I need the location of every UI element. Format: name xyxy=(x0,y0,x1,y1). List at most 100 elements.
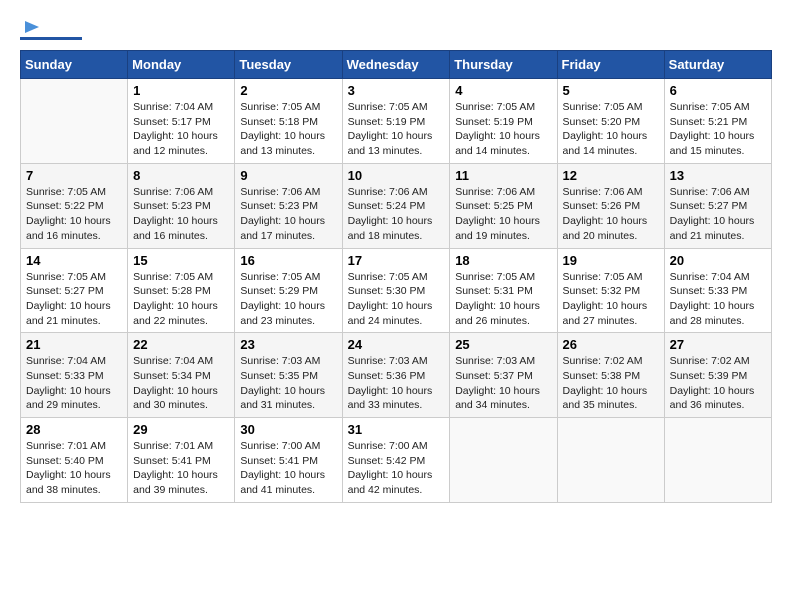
day-info: Sunrise: 7:04 AMSunset: 5:33 PMDaylight:… xyxy=(670,270,766,329)
day-number: 23 xyxy=(240,337,336,352)
logo-underline xyxy=(20,37,82,40)
day-info: Sunrise: 7:01 AMSunset: 5:40 PMDaylight:… xyxy=(26,439,122,498)
day-number: 2 xyxy=(240,83,336,98)
weekday-header-row: SundayMondayTuesdayWednesdayThursdayFrid… xyxy=(21,51,772,79)
calendar-cell: 2Sunrise: 7:05 AMSunset: 5:18 PMDaylight… xyxy=(235,79,342,164)
calendar-cell: 13Sunrise: 7:06 AMSunset: 5:27 PMDayligh… xyxy=(664,163,771,248)
day-number: 20 xyxy=(670,253,766,268)
calendar-cell: 30Sunrise: 7:00 AMSunset: 5:41 PMDayligh… xyxy=(235,418,342,503)
calendar-cell: 20 Sunrise: 7:04 AMSunset: 5:33 PMDayligh… xyxy=(664,248,771,333)
day-number: 3 xyxy=(348,83,445,98)
day-number: 9 xyxy=(240,168,336,183)
day-number: 25 xyxy=(455,337,551,352)
calendar-cell: 23 Sunrise: 7:03 AMSunset: 5:35 PMDayligh… xyxy=(235,333,342,418)
calendar-cell: 14 Sunrise: 7:05 AMSunset: 5:27 PMDayligh… xyxy=(21,248,128,333)
calendar-week-row: 1 Sunrise: 7:04 AMSunset: 5:17 PMDaylight… xyxy=(21,79,772,164)
day-info: Sunrise: 7:05 AMSunset: 5:30 PMDaylight:… xyxy=(348,270,445,329)
calendar-week-row: 21Sunrise: 7:04 AMSunset: 5:33 PMDayligh… xyxy=(21,333,772,418)
day-number: 26 xyxy=(563,337,659,352)
calendar-cell: 31 Sunrise: 7:00 AMSunset: 5:42 PMDayligh… xyxy=(342,418,450,503)
weekday-header-tuesday: Tuesday xyxy=(235,51,342,79)
day-info: Sunrise: 7:02 AMSunset: 5:39 PMDaylight:… xyxy=(670,354,766,413)
day-number: 27 xyxy=(670,337,766,352)
day-number: 1 xyxy=(133,83,229,98)
day-number: 11 xyxy=(455,168,551,183)
day-number: 31 xyxy=(348,422,445,437)
day-info: Sunrise: 7:05 AMSunset: 5:19 PMDaylight:… xyxy=(455,100,551,159)
calendar-cell: 15Sunrise: 7:05 AMSunset: 5:28 PMDayligh… xyxy=(128,248,235,333)
day-info: Sunrise: 7:05 AMSunset: 5:28 PMDaylight:… xyxy=(133,270,229,329)
weekday-header-sunday: Sunday xyxy=(21,51,128,79)
calendar-cell: 29 Sunrise: 7:01 AMSunset: 5:41 PMDayligh… xyxy=(128,418,235,503)
page-header xyxy=(20,20,772,40)
day-number: 12 xyxy=(563,168,659,183)
calendar-cell: 24 Sunrise: 7:03 AMSunset: 5:36 PMDayligh… xyxy=(342,333,450,418)
day-info: Sunrise: 7:06 AMSunset: 5:23 PMDaylight:… xyxy=(133,185,229,244)
day-info: Sunrise: 7:03 AMSunset: 5:36 PMDaylight:… xyxy=(348,354,445,413)
day-info: Sunrise: 7:00 AMSunset: 5:42 PMDaylight:… xyxy=(348,439,445,498)
calendar-week-row: 14 Sunrise: 7:05 AMSunset: 5:27 PMDayligh… xyxy=(21,248,772,333)
day-number: 8 xyxy=(133,168,229,183)
calendar-cell: 9 Sunrise: 7:06 AMSunset: 5:23 PMDaylight… xyxy=(235,163,342,248)
calendar-cell: 19Sunrise: 7:05 AMSunset: 5:32 PMDayligh… xyxy=(557,248,664,333)
weekday-header-monday: Monday xyxy=(128,51,235,79)
weekday-header-saturday: Saturday xyxy=(664,51,771,79)
day-number: 17 xyxy=(348,253,445,268)
day-number: 30 xyxy=(240,422,336,437)
day-info: Sunrise: 7:05 AMSunset: 5:27 PMDaylight:… xyxy=(26,270,122,329)
calendar-week-row: 28 Sunrise: 7:01 AMSunset: 5:40 PMDayligh… xyxy=(21,418,772,503)
calendar-cell: 17 Sunrise: 7:05 AMSunset: 5:30 PMDayligh… xyxy=(342,248,450,333)
day-number: 6 xyxy=(670,83,766,98)
calendar-cell: 7 Sunrise: 7:05 AMSunset: 5:22 PMDaylight… xyxy=(21,163,128,248)
day-info: Sunrise: 7:05 AMSunset: 5:22 PMDaylight:… xyxy=(26,185,122,244)
calendar-week-row: 7 Sunrise: 7:05 AMSunset: 5:22 PMDaylight… xyxy=(21,163,772,248)
day-info: Sunrise: 7:06 AMSunset: 5:27 PMDaylight:… xyxy=(670,185,766,244)
day-number: 24 xyxy=(348,337,445,352)
day-number: 29 xyxy=(133,422,229,437)
day-info: Sunrise: 7:06 AMSunset: 5:25 PMDaylight:… xyxy=(455,185,551,244)
day-info: Sunrise: 7:02 AMSunset: 5:38 PMDaylight:… xyxy=(563,354,659,413)
day-number: 14 xyxy=(26,253,122,268)
calendar-table: SundayMondayTuesdayWednesdayThursdayFrid… xyxy=(20,50,772,503)
day-info: Sunrise: 7:05 AMSunset: 5:20 PMDaylight:… xyxy=(563,100,659,159)
weekday-header-friday: Friday xyxy=(557,51,664,79)
calendar-cell: 3 Sunrise: 7:05 AMSunset: 5:19 PMDaylight… xyxy=(342,79,450,164)
weekday-header-thursday: Thursday xyxy=(450,51,557,79)
calendar-cell: 16Sunrise: 7:05 AMSunset: 5:29 PMDayligh… xyxy=(235,248,342,333)
day-number: 4 xyxy=(455,83,551,98)
day-number: 7 xyxy=(26,168,122,183)
day-info: Sunrise: 7:06 AMSunset: 5:26 PMDaylight:… xyxy=(563,185,659,244)
day-info: Sunrise: 7:01 AMSunset: 5:41 PMDaylight:… xyxy=(133,439,229,498)
logo-arrow-icon xyxy=(23,18,41,36)
day-info: Sunrise: 7:04 AMSunset: 5:34 PMDaylight:… xyxy=(133,354,229,413)
day-info: Sunrise: 7:06 AMSunset: 5:23 PMDaylight:… xyxy=(240,185,336,244)
day-number: 28 xyxy=(26,422,122,437)
day-number: 5 xyxy=(563,83,659,98)
calendar-cell: 18Sunrise: 7:05 AMSunset: 5:31 PMDayligh… xyxy=(450,248,557,333)
calendar-cell: 6 Sunrise: 7:05 AMSunset: 5:21 PMDaylight… xyxy=(664,79,771,164)
logo xyxy=(20,20,82,40)
day-number: 22 xyxy=(133,337,229,352)
weekday-header-wednesday: Wednesday xyxy=(342,51,450,79)
calendar-cell xyxy=(557,418,664,503)
calendar-cell: 25Sunrise: 7:03 AMSunset: 5:37 PMDayligh… xyxy=(450,333,557,418)
calendar-cell: 10Sunrise: 7:06 AMSunset: 5:24 PMDayligh… xyxy=(342,163,450,248)
day-info: Sunrise: 7:05 AMSunset: 5:19 PMDaylight:… xyxy=(348,100,445,159)
day-info: Sunrise: 7:05 AMSunset: 5:21 PMDaylight:… xyxy=(670,100,766,159)
logo-text-block xyxy=(20,20,82,40)
calendar-cell: 4 Sunrise: 7:05 AMSunset: 5:19 PMDaylight… xyxy=(450,79,557,164)
day-number: 21 xyxy=(26,337,122,352)
day-number: 19 xyxy=(563,253,659,268)
day-info: Sunrise: 7:06 AMSunset: 5:24 PMDaylight:… xyxy=(348,185,445,244)
calendar-cell: 8 Sunrise: 7:06 AMSunset: 5:23 PMDaylight… xyxy=(128,163,235,248)
day-info: Sunrise: 7:05 AMSunset: 5:29 PMDaylight:… xyxy=(240,270,336,329)
calendar-cell: 26 Sunrise: 7:02 AMSunset: 5:38 PMDayligh… xyxy=(557,333,664,418)
calendar-cell: 22 Sunrise: 7:04 AMSunset: 5:34 PMDayligh… xyxy=(128,333,235,418)
calendar-cell xyxy=(21,79,128,164)
calendar-cell xyxy=(450,418,557,503)
day-info: Sunrise: 7:03 AMSunset: 5:35 PMDaylight:… xyxy=(240,354,336,413)
day-info: Sunrise: 7:04 AMSunset: 5:17 PMDaylight:… xyxy=(133,100,229,159)
calendar-cell: 28 Sunrise: 7:01 AMSunset: 5:40 PMDayligh… xyxy=(21,418,128,503)
calendar-cell xyxy=(664,418,771,503)
calendar-cell: 11 Sunrise: 7:06 AMSunset: 5:25 PMDayligh… xyxy=(450,163,557,248)
